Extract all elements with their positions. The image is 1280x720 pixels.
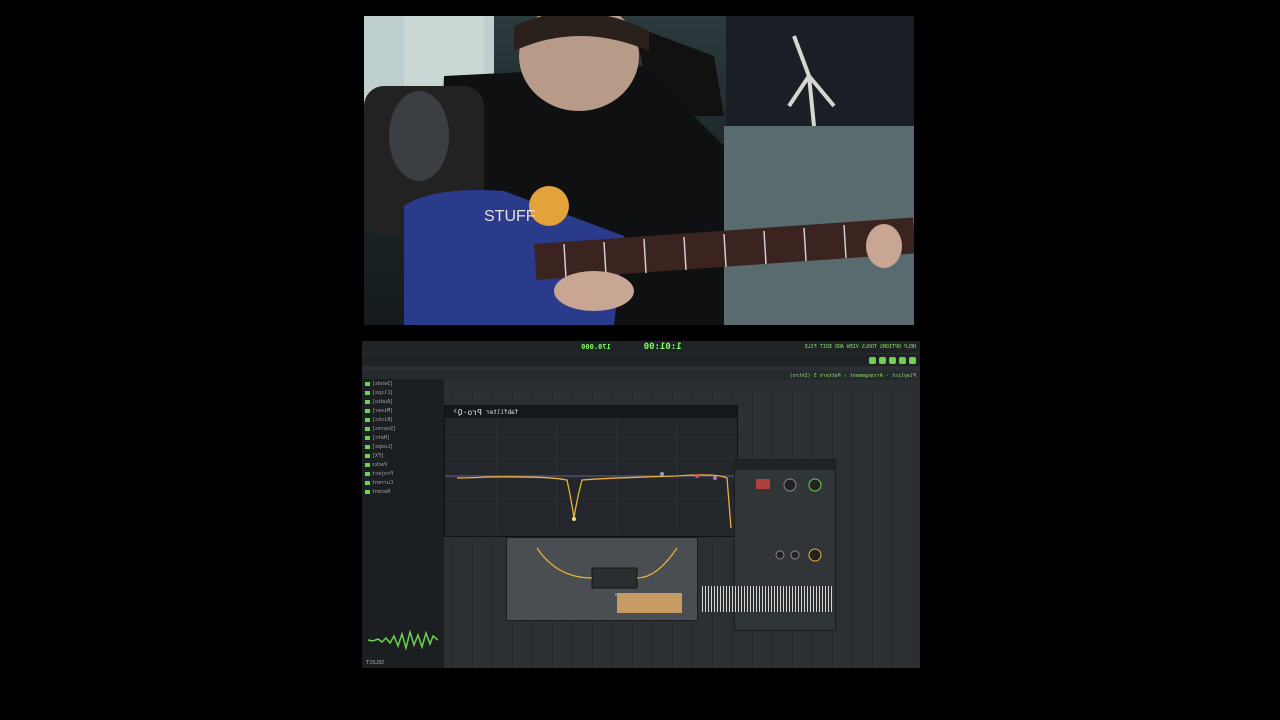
- menu-file[interactable]: FILE: [805, 344, 817, 350]
- time-display: 1:01:00: [643, 342, 682, 352]
- folder-icon: [365, 435, 370, 440]
- browser-item[interactable]: [Sends]: [362, 379, 444, 388]
- browser-item[interactable]: [Snares]: [362, 424, 444, 433]
- webcam-image: STUFF: [364, 16, 914, 325]
- browser-item[interactable]: [Mixer]: [362, 406, 444, 415]
- browser-item[interactable]: [Kicks]: [362, 415, 444, 424]
- folder-icon: [365, 408, 370, 413]
- patcher-node[interactable]: [591, 567, 638, 589]
- browser-item[interactable]: [Hats]: [362, 433, 444, 442]
- folder-icon: [365, 480, 370, 485]
- knob-icon[interactable]: [808, 548, 822, 562]
- patcher-graph: wrap: [536, 547, 682, 613]
- folder-icon: [365, 471, 370, 476]
- browser-panel: [Sends] [Clips] [Audio] [Mixer] [Kicks] …: [362, 379, 444, 668]
- folder-icon: [365, 399, 370, 404]
- browser-item[interactable]: Current: [362, 478, 444, 487]
- browser-item[interactable]: Recent: [362, 487, 444, 496]
- browser-item[interactable]: [Loops]: [362, 442, 444, 451]
- sample-waveform: [702, 586, 832, 612]
- folder-icon: [365, 444, 370, 449]
- plugin-brand: fabfilter: [485, 408, 519, 416]
- folder-icon: [365, 390, 370, 395]
- stop-button[interactable]: [899, 356, 906, 364]
- eq-band-node[interactable]: [660, 472, 664, 476]
- knob-icon[interactable]: [783, 478, 797, 492]
- knob-row: [756, 478, 822, 492]
- menu-bar: HELP OPTIONS TOOLS VIEW ADD EDIT FILE 1:…: [362, 341, 920, 353]
- browser-item[interactable]: [FX]: [362, 451, 444, 460]
- metronome-icon[interactable]: [869, 356, 876, 364]
- folder-icon: [365, 426, 370, 431]
- toolbar: [362, 354, 920, 366]
- plugin-name: Pro·Q³: [453, 407, 482, 417]
- waveform-preview: [368, 630, 438, 650]
- folder-icon: [365, 462, 370, 467]
- folder-icon: [365, 381, 370, 386]
- footer-label: SELECT: [366, 660, 385, 666]
- menu-view[interactable]: VIEW: [847, 344, 859, 350]
- knob-icon[interactable]: [775, 550, 785, 560]
- menu-help[interactable]: HELP: [904, 344, 916, 350]
- eq-band-node[interactable]: [713, 476, 717, 480]
- folder-icon: [365, 417, 370, 422]
- browser-item[interactable]: [Audio]: [362, 397, 444, 406]
- menu-edit[interactable]: EDIT: [820, 344, 832, 350]
- shirt-text: STUFF: [484, 208, 536, 225]
- playlist-title: Playlist - Arrangement › Pattern 5 (Intr…: [789, 372, 916, 379]
- record-button[interactable]: [889, 356, 896, 364]
- tempo-display[interactable]: 170.000: [581, 343, 611, 351]
- browser-item[interactable]: Packs: [362, 460, 444, 469]
- knob-icon[interactable]: [808, 478, 822, 492]
- playlist-titlebar: Playlist - Arrangement › Pattern 5 (Intr…: [362, 371, 920, 380]
- plugin-header: fabfilter Pro·Q³: [445, 406, 737, 418]
- eq-display[interactable]: [445, 418, 737, 534]
- menu-tools[interactable]: TOOLS: [862, 344, 877, 350]
- folder-icon: [365, 489, 370, 494]
- menu-add[interactable]: ADD: [835, 344, 844, 350]
- browser-item[interactable]: [Clips]: [362, 388, 444, 397]
- webcam-frame: STUFF: [364, 16, 914, 325]
- knob-icon[interactable]: [790, 550, 800, 560]
- folder-icon: [365, 453, 370, 458]
- daw-window: HELP OPTIONS TOOLS VIEW ADD EDIT FILE 1:…: [362, 341, 920, 668]
- proq3-plugin[interactable]: fabfilter Pro·Q³: [444, 405, 738, 537]
- eq-band-node[interactable]: [695, 474, 699, 478]
- menu-options[interactable]: OPTIONS: [880, 344, 901, 350]
- envelope-knobs: [775, 548, 822, 562]
- sampler-node[interactable]: [617, 593, 682, 613]
- eq-band-node[interactable]: [572, 517, 576, 521]
- track-number-badge: [756, 479, 770, 489]
- patcher-panel[interactable]: wrap: [506, 537, 698, 621]
- play-button[interactable]: [909, 356, 916, 364]
- pattern-button[interactable]: [879, 356, 886, 364]
- browser-item[interactable]: Project: [362, 469, 444, 478]
